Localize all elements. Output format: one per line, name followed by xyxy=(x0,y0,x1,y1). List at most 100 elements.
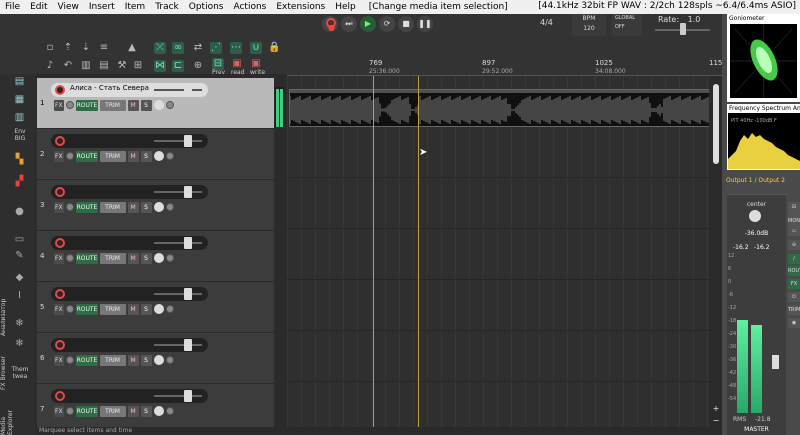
undo-icon[interactable]: ↶ xyxy=(62,60,74,72)
zoom-in-icon[interactable]: + xyxy=(712,405,720,413)
master-volume-fader[interactable] xyxy=(772,355,779,369)
tag-icon[interactable]: ◆ xyxy=(13,272,26,283)
media-explorer-tab[interactable]: Media Explorer xyxy=(0,392,14,435)
phase-icon[interactable] xyxy=(165,152,174,160)
master-pan-knob[interactable] xyxy=(749,210,761,222)
analyzer-tab[interactable]: Анализатор xyxy=(0,296,7,336)
mute-button[interactable]: M xyxy=(127,201,139,213)
mute-button[interactable]: M xyxy=(127,354,139,366)
pan-knob[interactable] xyxy=(153,406,164,416)
fx-button[interactable]: FX xyxy=(54,201,64,213)
trim-button[interactable]: TRIM xyxy=(99,303,126,315)
menu-actions[interactable]: Actions xyxy=(228,2,271,12)
master-io-icon[interactable]: ⊟ xyxy=(788,202,800,216)
fx-bypass-icon[interactable] xyxy=(65,305,74,313)
guitar-icon[interactable]: ♪ xyxy=(44,60,56,72)
media-item[interactable] xyxy=(289,89,709,127)
record-arm-button[interactable] xyxy=(55,238,65,248)
route-button[interactable]: ROUTE xyxy=(75,150,98,162)
master-volume-readout[interactable]: -36.0dB xyxy=(727,230,786,237)
track-lane[interactable] xyxy=(287,127,709,178)
solo-button[interactable]: S xyxy=(140,405,152,417)
track-name[interactable]: Алиса - Стать Севера xyxy=(70,84,149,92)
time-signature[interactable]: 4/4 xyxy=(540,18,553,27)
fx-button[interactable]: FX xyxy=(54,252,64,264)
mute-button[interactable]: M xyxy=(127,303,139,315)
fx-bypass-icon[interactable] xyxy=(65,203,74,211)
mute-button[interactable]: M xyxy=(127,150,139,162)
phase-icon[interactable] xyxy=(165,203,174,211)
route-button[interactable]: ROUTE xyxy=(75,252,98,264)
track-volume-handle[interactable] xyxy=(184,237,192,249)
metronome-icon[interactable]: ▲ xyxy=(126,42,138,54)
track-volume-slider[interactable] xyxy=(154,242,202,244)
pause-button[interactable]: ❚❚ xyxy=(417,16,433,32)
mute-button[interactable]: M xyxy=(127,99,139,111)
track-panel[interactable]: 2 FX ROUTE TRIM M S xyxy=(37,129,274,180)
arrange-view[interactable] xyxy=(287,76,709,427)
menu-edit[interactable]: Edit xyxy=(25,2,52,12)
track-volume-slider[interactable] xyxy=(154,89,202,91)
global-automation-toggle[interactable]: GLOBAL OFF xyxy=(612,14,642,36)
vertical-scroll-thumb[interactable] xyxy=(713,84,719,164)
snap-icon[interactable]: ⋰ xyxy=(210,42,222,54)
theme-tweaker-label[interactable]: Them twea xyxy=(6,366,34,380)
fx-button[interactable]: FX xyxy=(54,150,64,162)
route-button[interactable]: ROUTE xyxy=(75,99,98,111)
record-button[interactable]: ● xyxy=(326,18,336,32)
mute-button[interactable]: M xyxy=(127,405,139,417)
repeat-icon[interactable]: ⟳ xyxy=(379,16,395,32)
master-mono-button[interactable]: MONO xyxy=(788,216,800,226)
mute-button[interactable]: M xyxy=(127,252,139,264)
output-selector[interactable]: Output 1 / Output 2 xyxy=(726,177,785,184)
track-lane[interactable] xyxy=(287,331,709,382)
record-arm-button[interactable] xyxy=(55,289,65,299)
envelope-big-icon[interactable]: ▥ xyxy=(13,112,26,123)
fx-bypass-icon[interactable] xyxy=(65,254,74,262)
split-icon[interactable]: ⇄ xyxy=(192,42,204,54)
snowflake-icon[interactable]: ❄ xyxy=(13,318,26,329)
record-arm-button[interactable] xyxy=(55,340,65,350)
trim-button[interactable]: TRIM xyxy=(99,405,126,417)
piano-icon[interactable]: ▥ xyxy=(80,60,92,72)
master-automation-icon[interactable]: / xyxy=(788,254,800,264)
fx-button[interactable]: FX xyxy=(54,303,64,315)
save-project-icon[interactable]: ⇣ xyxy=(80,42,92,54)
menu-options[interactable]: Options xyxy=(184,2,229,12)
trim-button[interactable]: TRIM xyxy=(99,99,126,111)
mixer-icon[interactable]: ▦ xyxy=(13,94,26,105)
new-project-icon[interactable]: ▫ xyxy=(44,42,56,54)
fx-browser-tab[interactable]: FX Browser xyxy=(0,342,7,390)
pan-knob[interactable] xyxy=(153,355,164,365)
stop-button[interactable]: ■ xyxy=(398,16,414,32)
fx-button[interactable]: FX xyxy=(54,405,64,417)
menu-item[interactable]: Item xyxy=(120,2,151,12)
trim-button[interactable]: TRIM xyxy=(99,354,126,366)
master-route-button[interactable]: ROUTE xyxy=(788,266,800,276)
phase-icon[interactable] xyxy=(165,305,174,313)
menu-view[interactable]: View xyxy=(53,2,84,12)
route-button[interactable]: ROUTE xyxy=(75,405,98,417)
lock-icon[interactable]: 🔒 xyxy=(268,42,280,54)
menu-track[interactable]: Track xyxy=(150,2,184,12)
track-volume-handle[interactable] xyxy=(184,84,192,96)
track-volume-handle[interactable] xyxy=(184,288,192,300)
track-volume-slider[interactable] xyxy=(154,344,202,346)
menu-file[interactable]: File xyxy=(0,2,25,12)
magnet-icon[interactable]: ∪ xyxy=(250,42,262,54)
track-lane[interactable] xyxy=(287,382,709,427)
midi-icon[interactable]: ▤ xyxy=(98,60,110,72)
zoom-out-icon[interactable]: − xyxy=(712,417,720,425)
track-volume-handle[interactable] xyxy=(184,135,192,147)
screenset-icon[interactable]: ▭ xyxy=(13,234,26,245)
track-volume-handle[interactable] xyxy=(184,390,192,402)
project-settings-icon[interactable]: ≡ xyxy=(98,42,110,54)
fx-bypass-icon[interactable] xyxy=(65,407,74,415)
track-volume-slider[interactable] xyxy=(154,140,202,142)
menu-extensions[interactable]: Extensions xyxy=(271,2,330,12)
ripple-edit-icon[interactable]: ⤫ xyxy=(154,42,166,54)
fx-bypass-icon[interactable] xyxy=(65,152,74,160)
color-palette-icon[interactable]: ▞ xyxy=(13,176,26,187)
solo-button[interactable]: S xyxy=(140,354,152,366)
track-volume-slider[interactable] xyxy=(154,293,202,295)
